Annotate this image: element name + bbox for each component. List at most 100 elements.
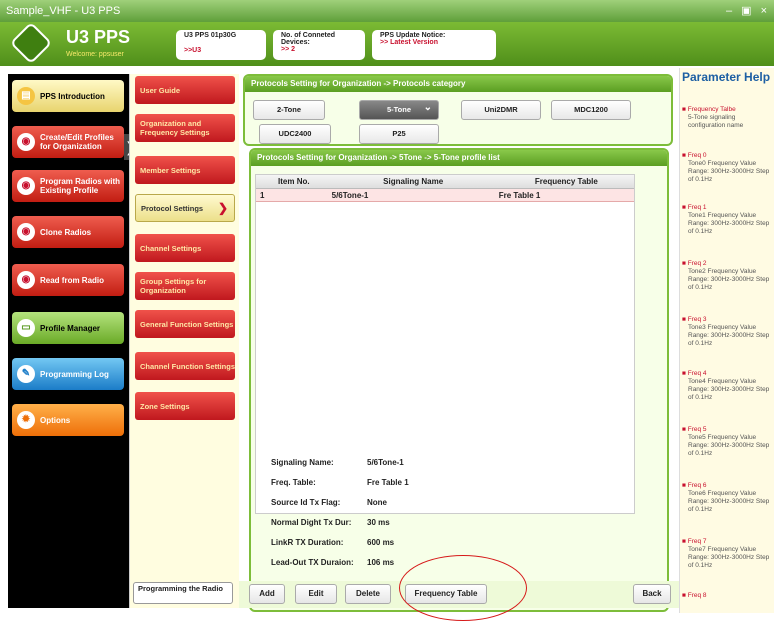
nav-clone-radios[interactable]: ◉ Clone Radios (12, 216, 124, 248)
table-cell: Fre Table 1 (498, 191, 541, 200)
help-item-desc: Tone4 Frequency Value Range: 300Hz-3000H… (688, 378, 770, 401)
help-item-desc: Tone0 Frequency Value Range: 300Hz-3000H… (688, 160, 770, 183)
help-item-desc: 5-Tone signaling configuration name (688, 114, 744, 129)
bullet-icon: ■ (682, 426, 686, 433)
help-item-desc: Tone2 Frequency Value Range: 300Hz-3000H… (688, 268, 770, 291)
help-item: ■ Freq 0 Tone0 Frequency Value Range: 300… (682, 152, 774, 184)
nav-read-from-radio[interactable]: ◉ Read from Radio (12, 264, 124, 296)
help-item-name: Freq 2 (687, 260, 707, 267)
back-button[interactable]: Back (633, 584, 671, 604)
protocol-p25-button[interactable]: P25 (359, 124, 439, 144)
window-title: Sample_VHF - U3 PPS (6, 5, 121, 17)
edit-button[interactable]: Edit (295, 584, 337, 604)
log-icon: ✎ (17, 365, 35, 383)
help-item: ■ Frequency Talbe 5-Tone signaling config… (682, 106, 774, 130)
help-item-name: Freq 8 (687, 592, 707, 599)
left-nav: ▤ PPS Introduction ◉ Create/Edit Profile… (8, 74, 138, 608)
protocol-5-tone-label: 5-Tone (386, 105, 412, 114)
bullet-icon: ■ (682, 482, 686, 489)
update-value: >> Latest Version (380, 39, 438, 46)
nav-create-edit-profiles[interactable]: ◉ Create/Edit Profiles for Organization (12, 126, 124, 158)
protocols-category-header: Protocols Setting for Organization -> Pr… (245, 76, 671, 92)
protocol-2-tone-button[interactable]: 2-Tone (253, 100, 325, 120)
detail-label: Lead-Out TX Duraion: (271, 558, 354, 567)
devices-box: No. of Conneted Devices: >> 2 (273, 30, 365, 60)
column-header: Signaling Name (383, 177, 444, 186)
bullet-icon: ■ (682, 204, 686, 211)
protocol-uni2dmr-button[interactable]: Uni2DMR (461, 100, 541, 120)
folder-icon: ▭ (17, 319, 35, 337)
window-titlebar: Sample_VHF - U3 PPS – ▣ × (0, 0, 774, 22)
subnav-channel-settings[interactable]: Channel Settings (135, 234, 235, 262)
detail-value: Fre Table 1 (367, 478, 409, 487)
window-controls[interactable]: – ▣ × (726, 0, 770, 22)
programming-the-radio-button[interactable]: Programming the Radio (133, 582, 233, 604)
devices-value: >> 2 (281, 46, 296, 53)
bullet-icon: ■ (682, 592, 686, 599)
subnav-protocol-settings[interactable]: Protocol Settings (135, 194, 235, 222)
protocol-5-tone-button[interactable]: 5-Tone ⌄ (359, 100, 439, 120)
help-item-desc: Tone7 Frequency Value Range: 300Hz-3000H… (688, 546, 770, 569)
bullet-icon: ■ (682, 370, 686, 377)
nav-pps-introduction[interactable]: ▤ PPS Introduction (12, 80, 124, 112)
detail-source-id: Source Id Tx Flag: None (271, 498, 387, 507)
help-item-desc: Tone1 Frequency Value Range: 300Hz-3000H… (688, 212, 770, 235)
bullet-icon: ■ (682, 538, 686, 545)
subnav-member-settings[interactable]: Member Settings (135, 156, 235, 184)
help-item: ■ Freq 3 Tone3 Frequency Value Range: 300… (682, 316, 774, 348)
nav-label: Create/Edit Profiles for Organization (40, 133, 114, 151)
sub-nav: User Guide Organization and Frequency Se… (129, 74, 239, 608)
app-header: U3 PPS Welcome: ppsuser U3 PPS 01p30G >>… (0, 21, 774, 66)
protocol-mdc1200-button[interactable]: MDC1200 (551, 100, 631, 120)
add-button[interactable]: Add (249, 584, 285, 604)
radio-icon: ◉ (17, 271, 35, 289)
help-item: ■ Freq 1 Tone1 Frequency Value Range: 300… (682, 204, 774, 236)
detail-value: 600 ms (367, 538, 395, 547)
detail-freq-table: Freq. Table: Fre Table 1 (271, 478, 409, 487)
update-title: PPS Update Notice: (380, 32, 446, 39)
subnav-zone-settings[interactable]: Zone Settings (135, 392, 235, 420)
help-item: ■ Freq 6 Tone6 Frequency Value Range: 300… (682, 482, 774, 514)
subnav-general-function[interactable]: General Function Settings (135, 310, 235, 338)
detail-lead-out: Lead-Out TX Duraion: 106 ms (271, 558, 394, 567)
nav-label: Program Radios with Existing Profile (40, 177, 121, 195)
nav-label: PPS Introduction (40, 91, 105, 101)
bullet-icon: ■ (682, 152, 686, 159)
nav-profile-manager[interactable]: ▭ Profile Manager (12, 312, 124, 344)
nav-label: Read from Radio (40, 275, 105, 285)
app-logo: U3 PPS Welcome: ppsuser (6, 21, 156, 65)
help-item: ■ Freq 7 Tone7 Frequency Value Range: 300… (682, 538, 774, 570)
nav-programming-log[interactable]: ✎ Programming Log (12, 358, 124, 390)
delete-button[interactable]: Delete (345, 584, 391, 604)
bullet-icon: ■ (682, 106, 686, 113)
radio-icon: ◉ (17, 177, 35, 195)
help-item-name: Frequency Talbe (687, 106, 736, 113)
radio-icon: ◉ (17, 133, 35, 151)
help-item-desc: Tone5 Frequency Value Range: 300Hz-3000H… (688, 434, 770, 457)
help-item: ■ Freq 2 Tone2 Frequency Value Range: 300… (682, 260, 774, 292)
help-item-name: Freq 1 (687, 204, 707, 211)
subnav-group-settings[interactable]: Group Settings for Organization (135, 272, 235, 300)
help-item-name: Freq 3 (687, 316, 707, 323)
detail-signaling-name: Signaling Name: 5/6Tone-1 (271, 458, 404, 467)
subnav-organization-frequency[interactable]: Organization and Frequency Settings (135, 114, 235, 142)
column-header: Frequency Table (534, 177, 598, 186)
help-item: ■ Freq 4 Tone4 Frequency Value Range: 300… (682, 370, 774, 402)
table-row[interactable]: 1 5/6Tone-1 Fre Table 1 (256, 189, 634, 202)
nav-program-radios[interactable]: ◉ Program Radios with Existing Profile (12, 170, 124, 202)
parameter-help-panel: Parameter Help ■ Frequency Talbe 5-Tone s… (679, 68, 774, 613)
help-item-name: Freq 0 (687, 152, 707, 159)
protocol-udc2400-button[interactable]: UDC2400 (259, 124, 331, 144)
help-item: ■ Freq 8 (682, 592, 774, 600)
help-item: ■ Freq 5 Tone5 Frequency Value Range: 300… (682, 426, 774, 458)
help-item-desc: Tone3 Frequency Value Range: 300Hz-3000H… (688, 324, 770, 347)
version-title: U3 PPS 01p30G (184, 32, 237, 39)
bullet-icon: ■ (682, 316, 686, 323)
help-item-name: Freq 4 (687, 370, 707, 377)
subnav-user-guide[interactable]: User Guide (135, 76, 235, 104)
table-header: Item No. Signaling Name Frequency Table (256, 175, 634, 189)
nav-options[interactable]: ✹ Options (12, 404, 124, 436)
document-icon: ▤ (17, 87, 35, 105)
detail-value: 106 ms (367, 558, 395, 567)
subnav-channel-function[interactable]: Channel Function Settings (135, 352, 235, 380)
